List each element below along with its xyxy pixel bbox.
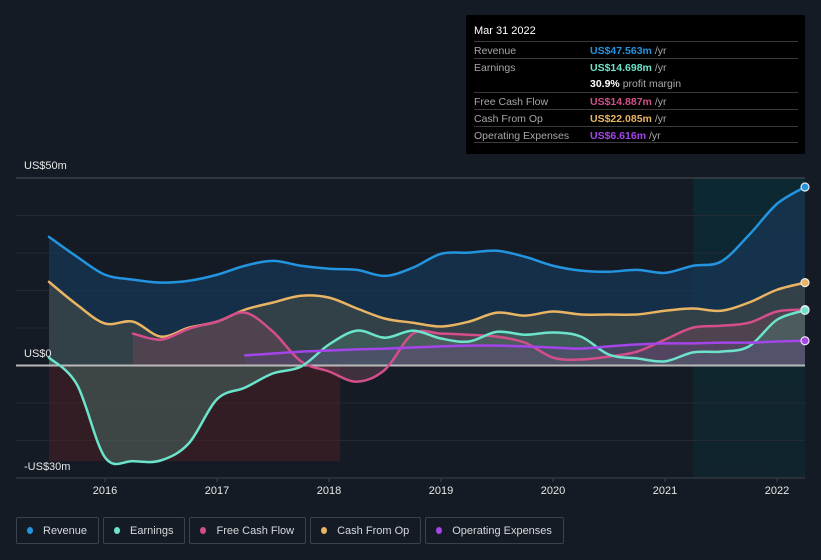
tooltip-label: Earnings: [474, 62, 516, 74]
revenue-endpoint[interactable]: [800, 182, 810, 192]
legend-label: Free Cash Flow: [216, 524, 295, 537]
tooltip-label: Free Cash Flow: [474, 96, 549, 108]
legend-label: Operating Expenses: [452, 524, 552, 537]
legend: Revenue Earnings Free Cash Flow Cash Fro…: [16, 517, 564, 544]
tooltip-value: US$6.616m /yr: [590, 130, 661, 142]
tooltip-label: Revenue: [474, 45, 517, 57]
tooltip-row-fcf: Free Cash Flow US$14.887m /yr: [474, 92, 798, 110]
cash-from-op-dot-icon: [321, 527, 328, 534]
legend-item-revenue[interactable]: Revenue: [16, 517, 100, 544]
x-tick-label: 2018: [316, 485, 342, 497]
tooltip-divider: [474, 142, 798, 143]
x-tick-label: 2017: [204, 485, 230, 497]
earnings-endpoint[interactable]: [800, 305, 810, 315]
earnings-dot-icon: [114, 527, 121, 534]
tooltip-value: US$22.085m /yr: [590, 113, 667, 125]
x-tick-label: 2016: [92, 485, 118, 497]
tooltip-value: US$47.563m /yr: [590, 45, 667, 57]
cash-from-op-endpoint[interactable]: [800, 278, 810, 288]
tooltip-value: 30.9% profit margin: [590, 78, 682, 90]
legend-label: Revenue: [43, 524, 88, 537]
x-tick-label: 2020: [540, 485, 566, 497]
tooltip-row-revenue: Revenue US$47.563m /yr: [474, 41, 798, 59]
x-tick-label: 2019: [428, 485, 454, 497]
legend-item-operating-expenses[interactable]: Operating Expenses: [425, 517, 564, 544]
tooltip-row-cfo: Cash From Op US$22.085m /yr: [474, 109, 798, 127]
legend-item-cash-from-op[interactable]: Cash From Op: [310, 517, 422, 544]
free-cash-flow-dot-icon: [200, 527, 207, 534]
operating-expenses-dot-icon: [436, 527, 443, 534]
y-tick-label-bottom: -US$30m: [24, 461, 71, 473]
legend-item-free-cash-flow[interactable]: Free Cash Flow: [189, 517, 307, 544]
y-tick-label-top: US$50m: [24, 160, 67, 172]
tooltip-row-earnings: Earnings US$14.698m /yr: [474, 58, 798, 76]
tooltip-row-margin: 30.9% profit margin: [474, 75, 798, 92]
tooltip-label: Operating Expenses: [474, 130, 570, 142]
operating-expenses-endpoint[interactable]: [800, 336, 810, 346]
x-tick-label: 2021: [652, 485, 678, 497]
tooltip-panel: Mar 31 2022 Revenue US$47.563m /yr Earni…: [466, 15, 805, 154]
x-tick-label: 2022: [764, 485, 790, 497]
legend-item-earnings[interactable]: Earnings: [103, 517, 186, 544]
legend-label: Cash From Op: [337, 524, 410, 537]
tooltip-label: Cash From Op: [474, 113, 543, 125]
tooltip-date: Mar 31 2022: [474, 25, 536, 37]
tooltip-value: US$14.698m /yr: [590, 62, 667, 74]
legend-label: Earnings: [130, 524, 174, 537]
y-tick-label-zero: US$0: [24, 348, 52, 360]
tooltip-value: US$14.887m /yr: [590, 96, 667, 108]
revenue-dot-icon: [27, 527, 33, 534]
